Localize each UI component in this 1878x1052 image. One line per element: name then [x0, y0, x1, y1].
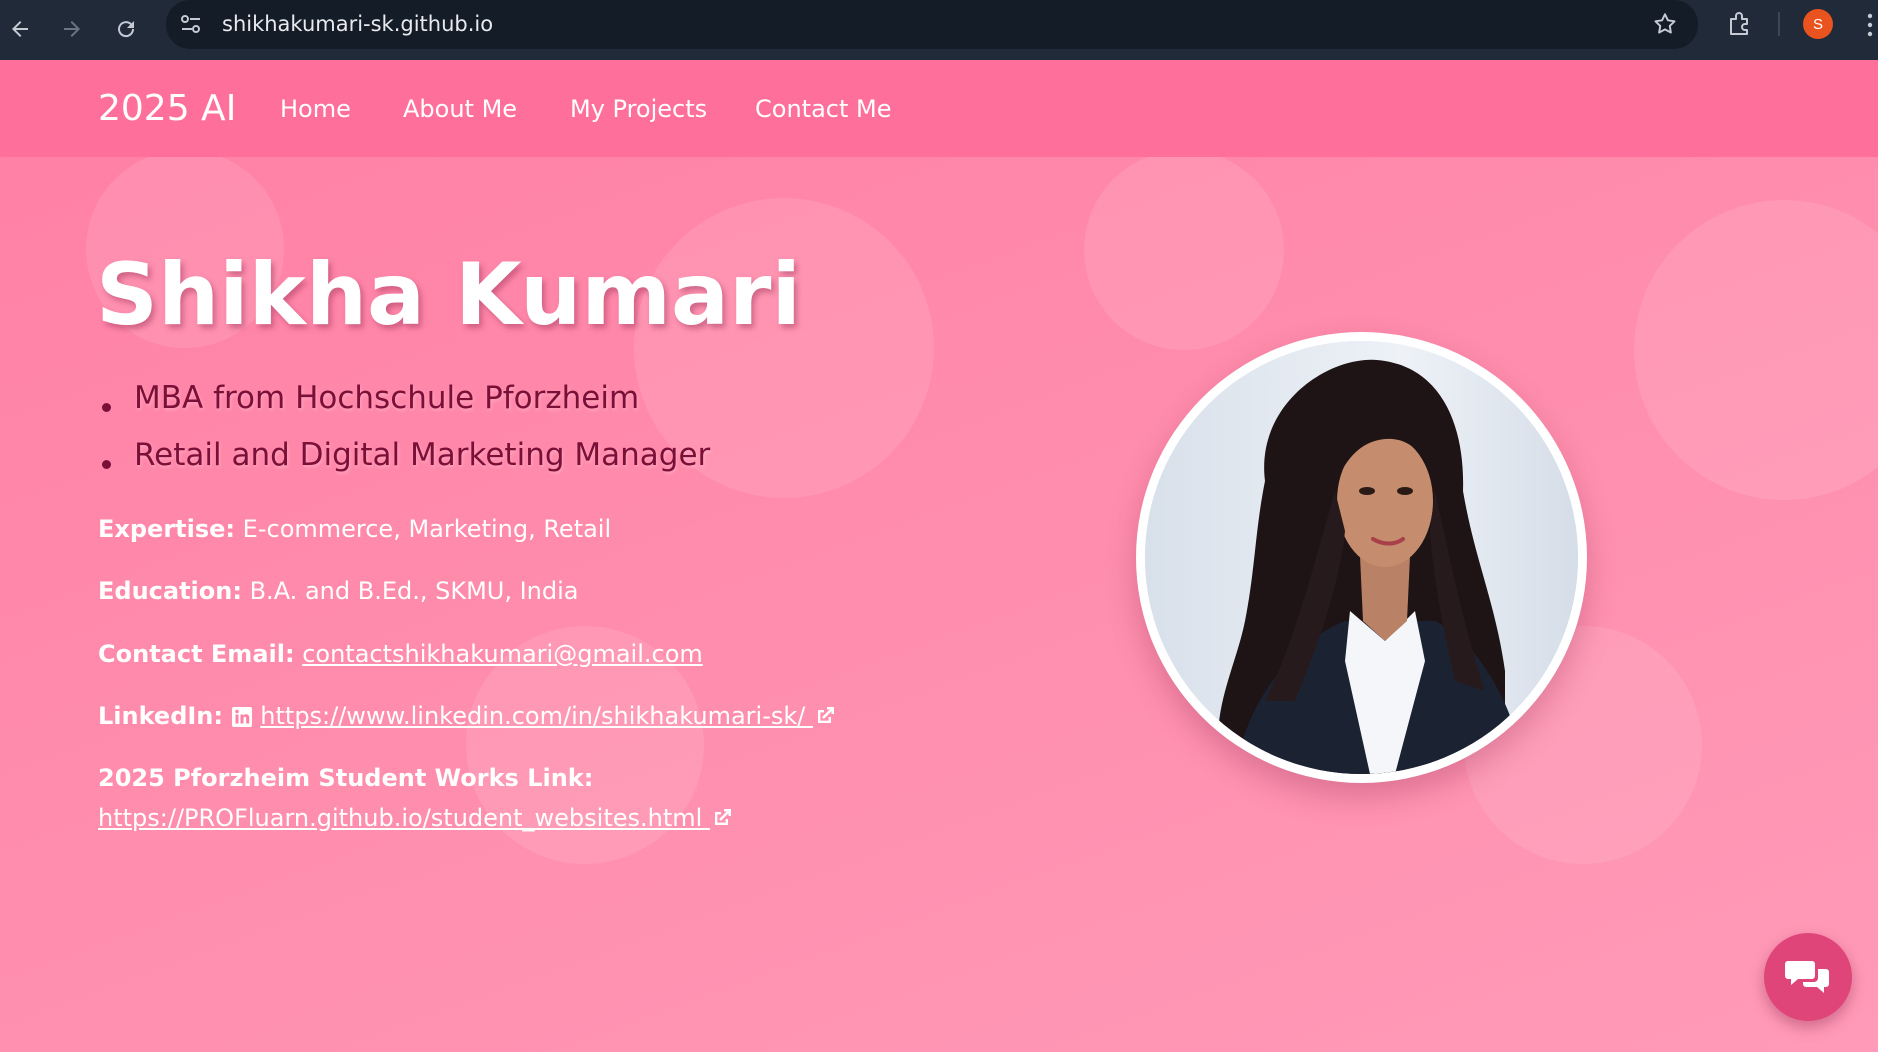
- bullet-item: MBA from Hochschule Pforzheim: [100, 370, 710, 427]
- decorative-bubble: [1084, 150, 1284, 350]
- expertise-value: E-commerce, Marketing, Retail: [242, 515, 612, 543]
- student-works-link-line: https://PROFluarn.github.io/student_webs…: [98, 804, 734, 832]
- hero-bullets: MBA from Hochschule Pforzheim Retail and…: [100, 370, 710, 484]
- email-label: Contact Email:: [98, 640, 295, 668]
- page-content: 2025 AI Home About Me My Projects Contac…: [0, 60, 1878, 1052]
- profile-photo: [1145, 341, 1578, 774]
- nav-link-contact[interactable]: Contact Me: [755, 95, 891, 123]
- profile-avatar[interactable]: S: [1803, 9, 1833, 39]
- reload-icon[interactable]: [106, 9, 146, 49]
- email-line: Contact Email: contactshikhakumari@gmail…: [98, 640, 703, 668]
- email-link[interactable]: contactshikhakumari@gmail.com: [302, 640, 703, 668]
- site-navbar: 2025 AI Home About Me My Projects Contac…: [0, 60, 1878, 157]
- education-line: Education: B.A. and B.Ed., SKMU, India: [98, 577, 579, 605]
- chat-icon: [1785, 961, 1829, 993]
- profile-photo-frame: [1136, 332, 1587, 783]
- nav-link-about[interactable]: About Me: [403, 95, 517, 123]
- url-text[interactable]: shikhakumari-sk.github.io: [222, 12, 493, 36]
- student-works-label-line: 2025 Pforzheim Student Works Link:: [98, 764, 593, 792]
- expertise-line: Expertise: E-commerce, Marketing, Retail: [98, 515, 611, 543]
- linkedin-icon[interactable]: [231, 706, 253, 728]
- browser-toolbar: shikhakumari-sk.github.io S: [0, 0, 1878, 60]
- site-settings-icon[interactable]: [178, 11, 204, 37]
- bullet-item: Retail and Digital Marketing Manager: [100, 427, 710, 484]
- expertise-label: Expertise:: [98, 515, 236, 543]
- external-link-icon[interactable]: [813, 704, 837, 728]
- education-value: B.A. and B.Ed., SKMU, India: [249, 577, 579, 605]
- external-link-icon[interactable]: [710, 806, 734, 830]
- decorative-bubble: [1634, 200, 1878, 500]
- more-menu-icon[interactable]: [1862, 12, 1878, 38]
- address-bar[interactable]: shikhakumari-sk.github.io: [166, 0, 1698, 49]
- toolbar-divider: [1778, 12, 1780, 36]
- brand-logo[interactable]: 2025 AI: [98, 88, 236, 129]
- back-arrow-icon[interactable]: [0, 9, 40, 49]
- linkedin-label: LinkedIn:: [98, 702, 223, 730]
- extensions-icon[interactable]: [1726, 10, 1754, 38]
- linkedin-link[interactable]: https://www.linkedin.com/in/shikhakumari…: [260, 702, 813, 730]
- hero-name: Shikha Kumari: [96, 245, 801, 345]
- student-works-label: 2025 Pforzheim Student Works Link:: [98, 764, 594, 792]
- education-label: Education:: [98, 577, 242, 605]
- nav-link-projects[interactable]: My Projects: [570, 95, 707, 123]
- linkedin-line: LinkedIn: https://www.linkedin.com/in/sh…: [98, 702, 837, 730]
- forward-arrow-icon[interactable]: [52, 9, 92, 49]
- student-works-link[interactable]: https://PROFluarn.github.io/student_webs…: [98, 804, 710, 832]
- chat-button[interactable]: [1764, 933, 1852, 1021]
- nav-link-home[interactable]: Home: [280, 95, 351, 123]
- star-icon[interactable]: [1652, 11, 1678, 37]
